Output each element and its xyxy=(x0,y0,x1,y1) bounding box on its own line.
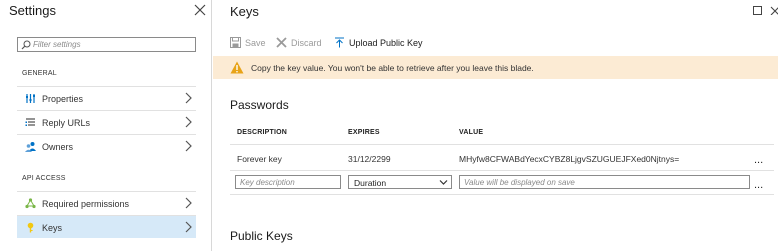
section-api-access: API ACCESS xyxy=(22,175,66,182)
upload-label: Upload Public Key xyxy=(349,38,423,48)
chevron-right-icon xyxy=(185,92,192,104)
close-icon[interactable] xyxy=(770,6,778,15)
duration-select[interactable]: Duration xyxy=(348,175,452,189)
sidebar-item-label: Owners xyxy=(42,142,74,152)
row-expires: 31/12/2299 xyxy=(348,154,391,164)
save-button[interactable]: Save xyxy=(230,36,270,50)
chevron-right-icon xyxy=(185,197,192,209)
chevron-right-icon xyxy=(185,116,192,128)
chevron-right-icon xyxy=(185,221,192,233)
more-options-button[interactable]: ... xyxy=(754,155,763,166)
passwords-heading: Passwords xyxy=(230,98,289,112)
settings-pane: Settings Filter settings GENERAL Propert… xyxy=(0,0,212,251)
key-description-placeholder: Key description xyxy=(240,178,295,187)
key-description-input[interactable]: Key description xyxy=(235,175,341,189)
maximize-icon[interactable] xyxy=(753,6,762,15)
row-divider xyxy=(230,194,774,195)
sidebar-item-owners[interactable]: Owners xyxy=(17,134,196,157)
people-icon xyxy=(25,142,36,152)
duration-value: Duration xyxy=(354,178,387,188)
warning-banner: Copy the key value. You won't be able to… xyxy=(213,56,778,79)
key-value-placeholder: Value will be displayed on save xyxy=(464,178,575,187)
keys-blade: Keys Save Discard Upload Public Key Copy… xyxy=(213,0,778,251)
save-label: Save xyxy=(245,38,266,48)
discard-button[interactable]: Discard xyxy=(276,36,326,50)
column-header-description: DESCRIPTION xyxy=(237,129,288,136)
sidebar-item-required-permissions[interactable]: Required permissions xyxy=(17,191,196,214)
sidebar-item-label: Keys xyxy=(42,223,63,233)
filter-settings-input[interactable]: Filter settings xyxy=(17,37,196,52)
sidebar-item-label: Properties xyxy=(42,94,84,104)
filter-placeholder: Filter settings xyxy=(33,40,81,49)
row-description: Forever key xyxy=(237,154,282,164)
search-icon xyxy=(21,40,31,50)
chevron-down-icon xyxy=(439,180,448,185)
row-value[interactable]: MHyfw8CFWABdYecxCYBZ8LjgvSZUGUEJFXed0Njt… xyxy=(459,154,679,164)
section-general: GENERAL xyxy=(22,70,57,77)
close-icon[interactable] xyxy=(193,3,207,17)
more-options-button[interactable]: ... xyxy=(754,180,763,191)
key-value-input[interactable]: Value will be displayed on save xyxy=(459,175,750,189)
header-divider xyxy=(230,144,774,145)
row-divider xyxy=(230,170,774,171)
sidebar-item-reply-urls[interactable]: Reply URLs xyxy=(17,110,196,133)
public-keys-heading: Public Keys xyxy=(230,229,293,243)
upload-icon xyxy=(335,37,344,48)
warning-text: Copy the key value. You won't be able to… xyxy=(251,63,534,73)
network-icon xyxy=(25,198,36,209)
sidebar-item-label: Required permissions xyxy=(42,199,130,209)
key-icon xyxy=(27,222,34,233)
sidebar-item-keys[interactable]: Keys xyxy=(17,215,196,238)
list-icon xyxy=(25,118,35,126)
settings-title: Settings xyxy=(9,3,56,18)
chevron-right-icon xyxy=(185,140,192,152)
column-header-value: VALUE xyxy=(459,129,484,136)
column-header-expires: EXPIRES xyxy=(348,129,380,136)
sidebar-item-label: Reply URLs xyxy=(42,118,91,128)
settings-header: Settings xyxy=(9,3,211,21)
discard-label: Discard xyxy=(291,38,322,48)
properties-icon xyxy=(26,94,35,103)
save-icon xyxy=(230,37,241,48)
discard-icon xyxy=(276,37,287,48)
upload-public-key-button[interactable]: Upload Public Key xyxy=(334,36,434,50)
sidebar-item-properties[interactable]: Properties xyxy=(17,86,196,109)
warning-icon xyxy=(230,61,244,74)
page-title: Keys xyxy=(230,4,259,19)
